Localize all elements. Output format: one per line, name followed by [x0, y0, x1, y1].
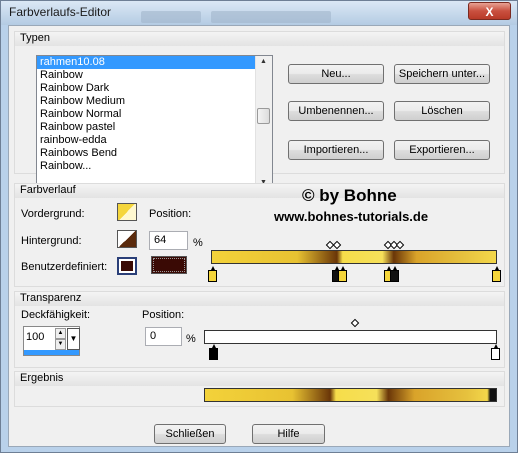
group-header: Farbverlauf: [15, 184, 504, 198]
group-header: Ergebnis: [15, 372, 504, 386]
window-title: Farbverlaufs-Editor: [9, 5, 112, 19]
new-button[interactable]: Neu...: [288, 64, 384, 84]
opacity-spinner[interactable]: 100 ▲ ▼ ▼: [23, 326, 80, 356]
color-stop[interactable]: [492, 266, 501, 282]
gradient-bar[interactable]: [211, 250, 497, 264]
dialog-body: Typen rahmen10.08 Rainbow Rainbow Dark R…: [8, 25, 510, 447]
gradient-position-input[interactable]: 64: [149, 231, 188, 250]
title-bar[interactable]: Farbverlaufs-Editor X: [1, 1, 517, 25]
list-item[interactable]: Rainbow Medium: [37, 95, 272, 108]
import-button[interactable]: Importieren...: [288, 140, 384, 160]
background-blur: [141, 11, 201, 23]
list-item[interactable]: Rainbow: [37, 69, 272, 82]
transparency-bar[interactable]: [204, 330, 497, 344]
list-item[interactable]: Rainbow...: [37, 160, 272, 173]
group-header: Typen: [15, 32, 504, 46]
custom-swatch-frame[interactable]: [117, 257, 137, 275]
save-as-button[interactable]: Speichern unter...: [394, 64, 490, 84]
result-preview: [204, 388, 497, 402]
gradient-fill: [212, 251, 496, 263]
types-title: Typen: [20, 32, 50, 44]
help-button[interactable]: Hilfe: [252, 424, 325, 444]
transparency-title: Transparenz: [20, 292, 82, 304]
foreground-swatch[interactable]: [117, 203, 137, 221]
list-item[interactable]: Rainbow Dark: [37, 82, 272, 95]
color-stop[interactable]: [390, 266, 399, 282]
color-stop[interactable]: [338, 266, 347, 282]
export-button[interactable]: Exportieren...: [394, 140, 490, 160]
gradient-editor-window: Farbverlaufs-Editor X Typen rahmen10.08 …: [0, 0, 518, 453]
custom-color-preview[interactable]: [151, 256, 187, 274]
transparency-position-label: Position:: [142, 309, 185, 321]
transparency-stop[interactable]: [209, 344, 218, 360]
opacity-dropdown-icon[interactable]: ▼: [67, 328, 80, 350]
watermark-url: www.bohnes-tutorials.de: [274, 209, 429, 224]
opacity-level-bar: [24, 350, 79, 355]
spin-down-icon[interactable]: ▼: [55, 339, 66, 350]
close-window-button[interactable]: X: [468, 2, 511, 20]
list-item[interactable]: rahmen10.08: [37, 56, 272, 69]
list-scrollbar[interactable]: ▲ ▼: [255, 56, 272, 189]
position-label: Position:: [149, 208, 192, 220]
result-fill: [205, 389, 496, 401]
opacity-value: 100: [26, 331, 45, 343]
foreground-label: Vordergrund:: [21, 208, 85, 220]
spin-up-icon[interactable]: ▲: [55, 328, 66, 339]
list-item[interactable]: Rainbow pastel: [37, 121, 272, 134]
background-blur: [211, 11, 331, 23]
gradient-type-list[interactable]: rahmen10.08 Rainbow Rainbow Dark Rainbow…: [36, 55, 273, 190]
opacity-label: Deckfähigkeit:: [21, 309, 91, 321]
scroll-thumb[interactable]: [257, 108, 270, 124]
list-item[interactable]: Rainbow Normal: [37, 108, 272, 121]
transparency-position-input[interactable]: 0: [145, 327, 182, 346]
rename-button[interactable]: Umbenennen...: [288, 101, 384, 121]
group-header: Transparenz: [15, 292, 504, 306]
percent-label: %: [193, 237, 203, 249]
watermark-title: © by Bohne: [302, 186, 397, 205]
gradient-title: Farbverlauf: [20, 184, 76, 196]
background-swatch[interactable]: [117, 230, 137, 248]
custom-label: Benutzerdefiniert:: [21, 261, 108, 273]
background-label: Hintergrund:: [21, 235, 82, 247]
list-item[interactable]: Rainbows Bend: [37, 147, 272, 160]
close-button[interactable]: Schließen: [154, 424, 226, 444]
transparency-stop[interactable]: [491, 344, 500, 360]
list-item[interactable]: rainbow-edda: [37, 134, 272, 147]
transparency-percent-label: %: [186, 333, 196, 345]
custom-color-fill: [121, 261, 133, 271]
delete-button[interactable]: Löschen: [394, 101, 490, 121]
color-stop[interactable]: [208, 266, 217, 282]
scroll-up-icon[interactable]: ▲: [260, 58, 267, 65]
result-title: Ergebnis: [20, 372, 64, 384]
